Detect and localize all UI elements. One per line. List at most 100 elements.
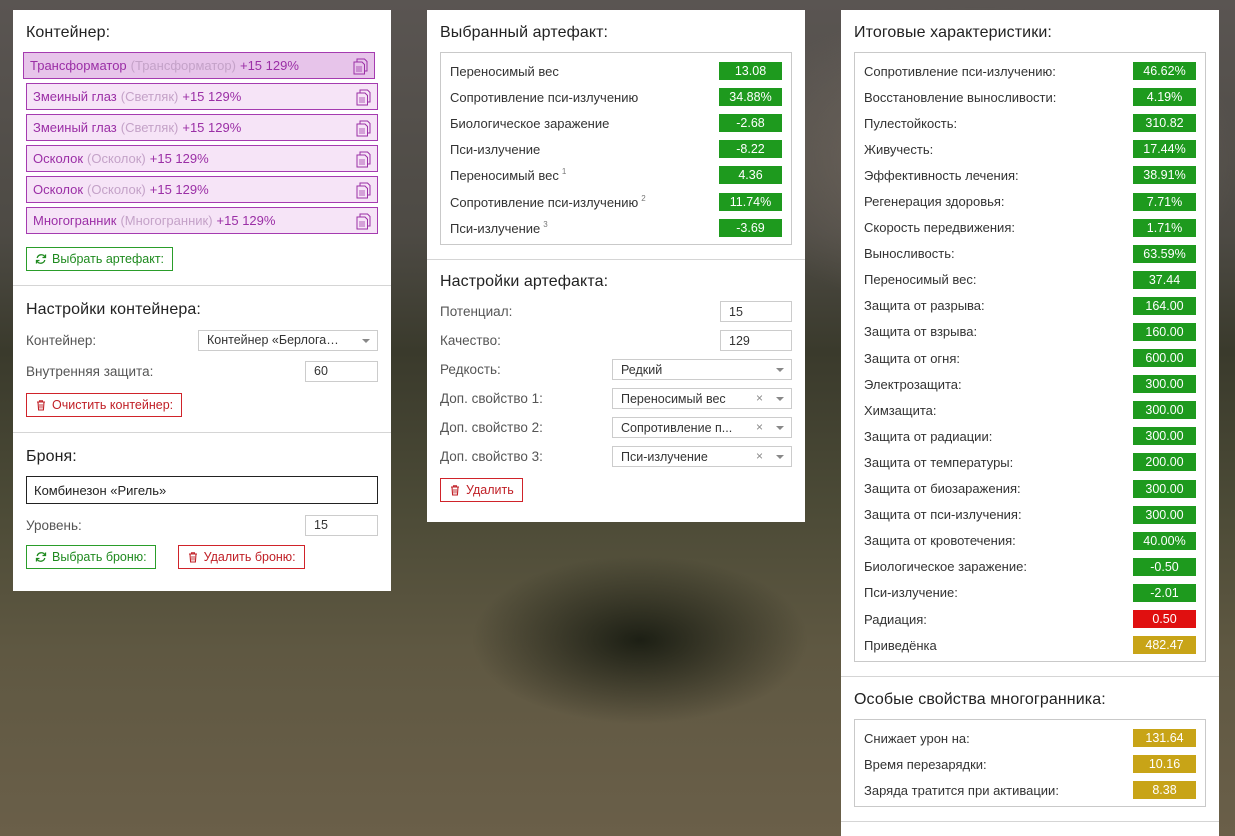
- prop2-select[interactable]: Сопротивление п... ×: [612, 417, 792, 439]
- artifact-alias: (Многогранник): [120, 213, 213, 228]
- artifact-stat-row: Переносимый вес 1 4.36: [450, 162, 782, 188]
- total-stat-row: Скорость передвижения: 1.71%: [864, 215, 1196, 241]
- container-select-value: Контейнер «Берлога…: [207, 333, 339, 347]
- total-stat-row: Защита от биозаражения: 300.00: [864, 476, 1196, 502]
- stat-value: 4.19%: [1133, 88, 1196, 107]
- stat-label: Переносимый вес: [450, 63, 559, 79]
- container-settings-section: Настройки контейнера: Контейнер: Контейн…: [13, 286, 391, 433]
- totals-title: Итоговые характеристики:: [854, 24, 1052, 41]
- stat-label-wrap: Пси-излучение: [450, 142, 540, 157]
- artifact-stat-row: Сопротивление пси-излучению 2 11.74%: [450, 188, 782, 214]
- container-settings-title: Настройки контейнера:: [26, 301, 201, 318]
- container-artifact-item[interactable]: Трансформатор (Трансформатор) +15 129%: [23, 52, 375, 79]
- chevron-down-icon: [776, 368, 784, 373]
- special-stats-table: Снижает урон на: 131.64 Время перезарядки:…: [854, 719, 1206, 808]
- clear-container-button[interactable]: Очистить контейнер:: [26, 393, 183, 417]
- container-artifact-item[interactable]: Змеиный глаз (Светляк) +15 129%: [26, 83, 378, 110]
- stat-value: 37.44: [1133, 270, 1196, 289]
- copy-icon[interactable]: [356, 213, 371, 230]
- stat-value: 300.00: [1133, 401, 1196, 420]
- stat-label: Переносимый вес: [450, 168, 559, 184]
- delete-artifact-button[interactable]: Удалить: [440, 477, 523, 502]
- stat-label: Химзащита:: [864, 402, 937, 418]
- delete-armor-button[interactable]: Удалить броню:: [177, 545, 305, 569]
- stat-label: Заряда тратится при активации:: [864, 782, 1059, 798]
- stat-label: Пси-излучение: [450, 141, 541, 157]
- quality-input[interactable]: 129: [720, 330, 792, 352]
- stat-label-wrap: Биологическое заражение: [450, 116, 609, 131]
- prop1-label: Доп. свойство 1:: [440, 391, 543, 407]
- clear-icon[interactable]: ×: [756, 420, 763, 434]
- total-stat-row: Пулестойкость: 310.82: [864, 110, 1196, 136]
- inner-protection-input[interactable]: 60: [305, 360, 378, 382]
- armor-level-input[interactable]: 15: [305, 514, 378, 536]
- total-stat-row: Электрозащита: 300.00: [864, 371, 1196, 397]
- total-stat-row: Восстановление выносливости: 4.19%: [864, 84, 1196, 110]
- artifact-name: Осколок: [33, 182, 84, 197]
- clear-icon[interactable]: ×: [756, 391, 763, 405]
- container-artifact-item[interactable]: Змеиный глаз (Светляк) +15 129%: [26, 114, 378, 141]
- rarity-row: Редкость: Редкий: [440, 359, 792, 381]
- stat-label: Приведёнка: [864, 637, 937, 653]
- choose-armor-button[interactable]: Выбрать броню:: [26, 545, 156, 569]
- container-artifact-item[interactable]: Осколок (Осколок) +15 129%: [26, 145, 378, 172]
- inner-protection-row: Внутренняя защита: 60: [26, 360, 378, 382]
- stat-value: 13.08: [719, 62, 782, 81]
- artifact-alias: (Светляк): [120, 89, 179, 104]
- total-stat-row: Переносимый вес: 37.44: [864, 267, 1196, 293]
- delete-artifact-label: Удалить: [466, 482, 514, 497]
- rarity-label: Редкость:: [440, 362, 501, 378]
- stat-value: 8.38: [1133, 781, 1196, 800]
- artifact-panel: Выбранный артефакт: Переносимый вес 13.08…: [427, 10, 805, 522]
- inner-protection-value: 60: [314, 364, 328, 378]
- armor-level-label: Уровень:: [26, 517, 82, 533]
- special-stat-row: Время перезарядки: 10.16: [864, 751, 1196, 777]
- special-section: Особые свойства многогранника: Снижает у…: [841, 677, 1219, 823]
- prop1-row: Доп. свойство 1: Переносимый вес ×: [440, 388, 792, 410]
- prop1-select[interactable]: Переносимый вес ×: [612, 388, 792, 410]
- stat-label: Защита от разрыва:: [864, 298, 985, 314]
- stat-label: Пси-излучение:: [864, 585, 958, 601]
- stat-label: Электрозащита:: [864, 376, 962, 392]
- container-select[interactable]: Контейнер «Берлога…: [198, 329, 378, 351]
- copy-icon[interactable]: [356, 151, 371, 168]
- prop3-select[interactable]: Пси-излучение ×: [612, 446, 792, 468]
- copy-icon[interactable]: [353, 58, 368, 75]
- total-stat-row: Радиация: 0.50: [864, 606, 1196, 632]
- stat-value: 46.62%: [1133, 62, 1196, 81]
- potential-value: 15: [729, 304, 743, 319]
- special-stat-row: Заряда тратится при активации: 8.38: [864, 777, 1196, 803]
- stat-label: Восстановление выносливости:: [864, 89, 1057, 105]
- quality-value: 129: [729, 333, 750, 348]
- stat-value: 160.00: [1133, 322, 1196, 341]
- total-stat-row: Приведёнка 482.47: [864, 632, 1196, 658]
- stat-label: Время перезарядки:: [864, 756, 987, 772]
- container-section: Контейнер: Трансформатор (Трансформатор) +…: [13, 10, 391, 286]
- prop2-label: Доп. свойство 2:: [440, 420, 543, 436]
- clear-icon[interactable]: ×: [756, 449, 763, 463]
- copy-icon[interactable]: [356, 89, 371, 106]
- prop3-label: Доп. свойство 3:: [440, 449, 543, 465]
- stat-value: 40.00%: [1133, 531, 1196, 550]
- rarity-select[interactable]: Редкий: [612, 359, 792, 381]
- chevron-down-icon: [776, 426, 784, 431]
- trash-icon: [451, 484, 459, 496]
- prop2-row: Доп. свойство 2: Сопротивление п... ×: [440, 417, 792, 439]
- stat-label: Защита от пси-излучения:: [864, 507, 1022, 523]
- armor-name-field[interactable]: Комбинезон «Ригель»: [26, 476, 378, 504]
- container-artifact-item[interactable]: Осколок (Осколок) +15 129%: [26, 176, 378, 203]
- copy-icon[interactable]: [356, 120, 371, 137]
- total-stat-row: Защита от кровотечения: 40.00%: [864, 528, 1196, 554]
- container-panel: Контейнер: Трансформатор (Трансформатор) +…: [13, 10, 391, 591]
- choose-artifact-button[interactable]: Выбрать артефакт:: [26, 247, 174, 271]
- stat-value: -0.50: [1133, 557, 1196, 576]
- stat-label: Эффективность лечения:: [864, 167, 1019, 183]
- potential-input[interactable]: 15: [720, 301, 792, 323]
- copy-icon[interactable]: [356, 182, 371, 199]
- artifact-bonus: +15 129%: [216, 213, 276, 228]
- artifact-stat-row: Переносимый вес 13.08: [450, 58, 782, 84]
- artifact-stat-row: Сопротивление пси-излучению 34.88%: [450, 84, 782, 110]
- artifact-alias: (Осколок): [87, 151, 146, 166]
- container-artifact-item[interactable]: Многогранник (Многогранник) +15 129%: [26, 207, 378, 234]
- total-stat-row: Сопротивление пси-излучению: 46.62%: [864, 58, 1196, 84]
